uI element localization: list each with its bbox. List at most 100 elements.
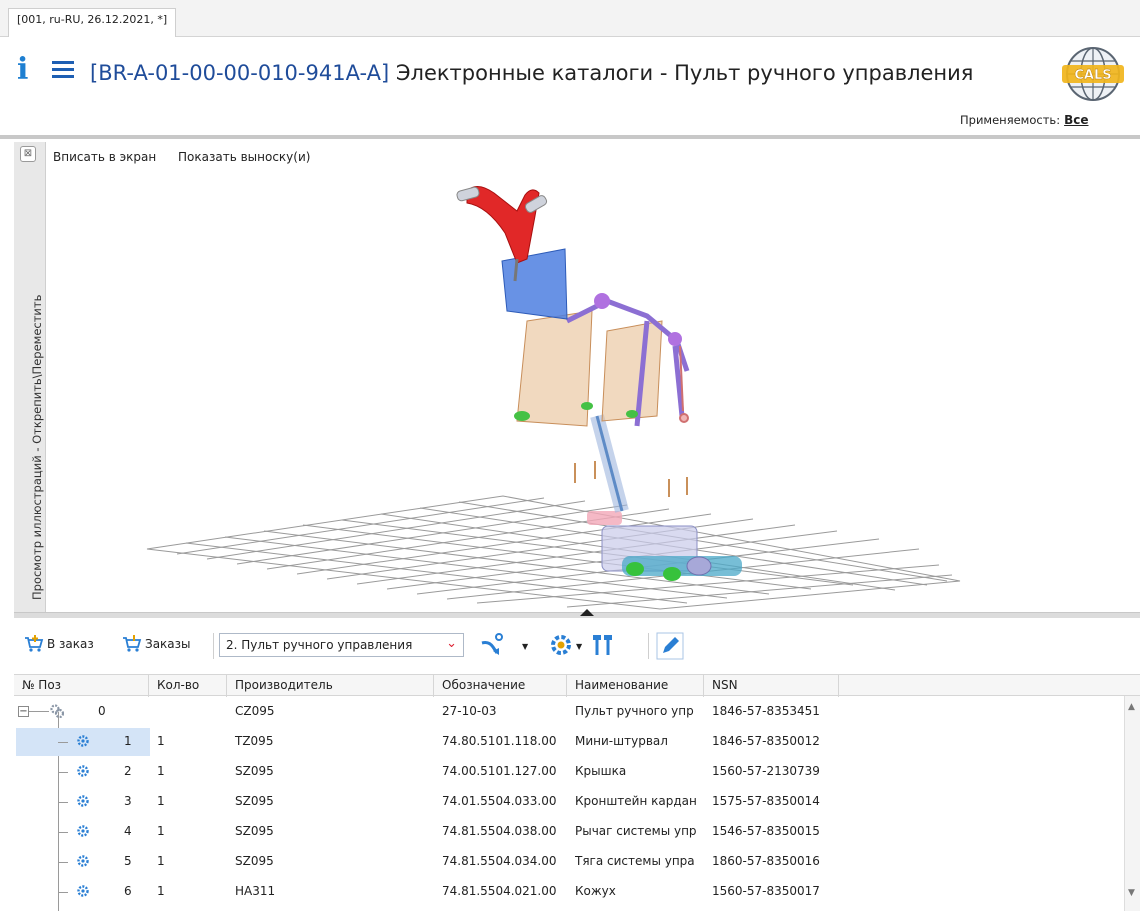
row-name: Кронштейн кардан <box>575 794 697 808</box>
row-nsn: 1560-57-2130739 <box>712 764 820 778</box>
document-tab[interactable]: [001, ru-RU, 26.12.2021, *] <box>8 8 177 38</box>
row-qty: 1 <box>157 734 165 748</box>
cals-logo: CALS <box>1062 47 1124 101</box>
row-qty: 1 <box>157 794 165 808</box>
row-designation: 74.80.5101.118.00 <box>442 734 557 748</box>
settings-dropdown-icon[interactable]: ▼ <box>576 642 582 651</box>
illustration-canvas[interactable] <box>47 171 1140 611</box>
part-control-rod <box>590 414 629 513</box>
table-row[interactable]: 6 1 HA311 74.81.5504.021.00 Кожух 1560-5… <box>14 876 1124 906</box>
page-title: [BR-A-01-00-00-010-941A-A] Электронные к… <box>90 58 973 88</box>
info-icon[interactable]: i <box>17 55 28 85</box>
column-header-designation[interactable]: Обозначение <box>434 675 567 697</box>
row-pos: 5 <box>124 854 132 868</box>
cart-add-icon <box>25 635 44 652</box>
row-name: Мини-штурвал <box>575 734 668 748</box>
tree-connector <box>58 832 68 833</box>
illustration-panel-label[interactable]: Просмотр иллюстраций - Открепить\Перемес… <box>30 270 44 600</box>
row-nsn: 1575-57-8350014 <box>712 794 820 808</box>
row-qty: 1 <box>157 764 165 778</box>
toolbar-divider <box>213 633 214 659</box>
table-row[interactable]: 4 1 SZ095 74.81.5504.038.00 Рычаг систем… <box>14 816 1124 846</box>
table-row[interactable]: 5 1 SZ095 74.81.5504.034.00 Тяга системы… <box>14 846 1124 876</box>
part-gear-icon <box>77 855 89 867</box>
row-designation: 74.00.5101.127.00 <box>442 764 557 778</box>
panel-splitter[interactable] <box>14 612 1140 618</box>
tree-connector <box>58 802 68 803</box>
part-gear-icon <box>77 735 89 747</box>
row-maker: SZ095 <box>235 794 274 808</box>
row-qty: 1 <box>157 884 165 898</box>
orders-button[interactable]: Заказы <box>122 635 191 657</box>
row-pos: 3 <box>124 794 132 808</box>
row-maker: SZ095 <box>235 854 274 868</box>
row-maker: TZ095 <box>235 734 274 748</box>
row-designation: 74.81.5504.038.00 <box>442 824 557 838</box>
close-icon[interactable]: ⊠ <box>20 146 36 162</box>
assembly-select[interactable]: 2. Пульт ручного управления ⌄ <box>219 633 464 657</box>
parts-table-body: − 0 CZ095 27-10-03 Пульт ручного упр 184… <box>14 696 1124 911</box>
part-gear-icon <box>77 765 89 777</box>
add-to-order-button[interactable]: В заказ <box>24 635 94 657</box>
collapse-node-icon[interactable]: − <box>18 706 29 717</box>
row-qty: 1 <box>157 824 165 838</box>
row-nsn: 1546-57-8350015 <box>712 824 820 838</box>
navigate-arrow-icon[interactable] <box>479 631 507 659</box>
row-maker: SZ095 <box>235 824 274 838</box>
collapse-up-icon[interactable] <box>580 609 594 616</box>
row-nsn: 1860-57-8350016 <box>712 854 820 868</box>
navigate-dropdown-icon[interactable]: ▼ <box>522 642 528 651</box>
viewer-toolbar: Вписать в экран Показать выноску(и) <box>47 143 1140 171</box>
add-to-order-label: В заказ <box>47 637 94 651</box>
scroll-up-icon[interactable]: ▲ <box>1128 702 1135 712</box>
row-maker: CZ095 <box>235 704 275 718</box>
part-head-block <box>501 248 568 320</box>
row-pos: 2 <box>124 764 132 778</box>
column-header-pos[interactable]: № Поз <box>14 675 149 697</box>
column-header-name[interactable]: Наименование <box>567 675 704 697</box>
row-pos: 6 <box>124 884 132 898</box>
part-loose-bolts <box>574 461 688 497</box>
table-row[interactable]: 3 1 SZ095 74.01.5504.033.00 Кронштейн ка… <box>14 786 1124 816</box>
row-pos: 4 <box>124 824 132 838</box>
tree-connector <box>58 862 68 863</box>
row-name: Кожух <box>575 884 616 898</box>
row-name: Крышка <box>575 764 627 778</box>
tree-connector <box>29 711 49 712</box>
part-gear-icon <box>77 825 89 837</box>
table-row[interactable]: 1 1 TZ095 74.80.5101.118.00 Мини-штурвал… <box>14 726 1124 756</box>
show-callouts-button[interactable]: Показать выноску(и) <box>178 150 310 164</box>
row-designation: 74.81.5504.021.00 <box>442 884 557 898</box>
column-header-maker[interactable]: Производитель <box>227 675 434 697</box>
floor-grid <box>146 495 961 610</box>
hamburger-menu-icon[interactable] <box>52 61 74 79</box>
settings-gear-icon[interactable] <box>549 633 573 657</box>
applicability-label: Применяемость: <box>960 113 1061 127</box>
chevron-down-icon: ⌄ <box>446 636 457 651</box>
orders-label: Заказы <box>145 637 191 651</box>
tools-icon[interactable] <box>590 632 616 658</box>
table-scrollbar[interactable]: ▲ ▼ <box>1124 696 1140 911</box>
row-nsn: 1846-57-8350012 <box>712 734 820 748</box>
row-nsn: 1846-57-8353451 <box>712 704 820 718</box>
scroll-down-icon[interactable]: ▼ <box>1128 888 1135 898</box>
column-header-qty[interactable]: Кол-во <box>149 675 227 697</box>
part-gear-icon <box>77 795 89 807</box>
row-maker: HA311 <box>235 884 276 898</box>
table-row[interactable]: 2 1 SZ095 74.00.5101.127.00 Крышка 1560-… <box>14 756 1124 786</box>
data-module-code: [BR-A-01-00-00-010-941A-A] <box>90 61 390 85</box>
column-header-nsn[interactable]: NSN <box>704 675 839 697</box>
row-name: Рычаг системы упр <box>575 824 697 838</box>
edit-pencil-icon[interactable] <box>656 632 684 660</box>
header-separator <box>0 135 1140 139</box>
tree-connector <box>58 742 68 743</box>
tree-connector <box>58 892 68 893</box>
toolbar-divider-2 <box>648 633 649 659</box>
table-row[interactable]: − 0 CZ095 27-10-03 Пульт ручного упр 184… <box>14 696 1124 726</box>
tree-connector <box>58 772 68 773</box>
row-designation: 74.01.5504.033.00 <box>442 794 557 808</box>
row-pos: 0 <box>98 704 106 718</box>
applicability-value-link[interactable]: Все <box>1064 113 1088 127</box>
fit-to-screen-button[interactable]: Вписать в экран <box>53 150 156 164</box>
row-qty: 1 <box>157 854 165 868</box>
